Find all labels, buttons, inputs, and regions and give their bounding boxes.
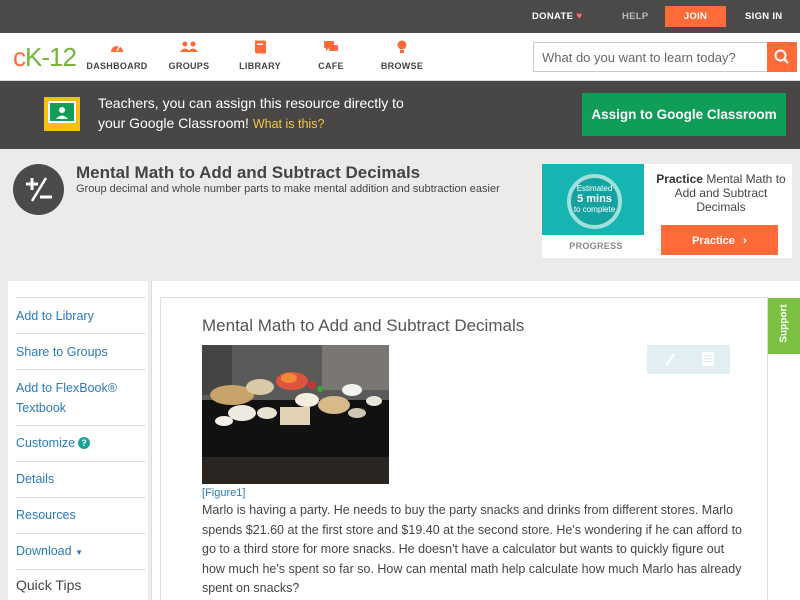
what-is-this-link[interactable]: What is this?	[253, 117, 325, 131]
quick-tips-heading: Quick Tips	[16, 577, 82, 593]
nav-dashboard[interactable]: DASHBOARD	[82, 39, 152, 71]
party-snacks-illustration	[202, 345, 389, 484]
donate-label: DONATE	[532, 11, 574, 22]
page-title: Mental Math to Add and Subtract Decimals	[76, 163, 421, 182]
nav-cafe-label: CAFE	[318, 61, 344, 71]
groups-icon	[180, 41, 198, 52]
nav-cafe[interactable]: CAFE	[296, 39, 366, 71]
chevron-right-icon: ›	[742, 233, 747, 247]
nav-browse[interactable]: BROWSE	[367, 39, 437, 71]
heart-icon: ♥	[576, 11, 583, 22]
practice-button[interactable]: Practice ›	[661, 225, 778, 255]
concept-badge	[13, 164, 64, 215]
estimate-text: Estimated 5 mins to complete	[567, 184, 622, 215]
nav-groups-label: GROUPS	[168, 61, 210, 71]
classroom-message: Teachers, you can assign this resource d…	[98, 93, 518, 134]
figure-caption-link[interactable]: [Figure1]	[202, 487, 245, 499]
google-classroom-icon	[44, 97, 80, 131]
plus-minus-icon	[26, 177, 52, 202]
estimate-graphic: Estimated 5 mins to complete	[542, 164, 644, 235]
annotation-tools	[647, 345, 730, 374]
search-icon	[774, 49, 789, 64]
sign-in-link[interactable]: SIGN IN	[745, 0, 782, 33]
classroom-board	[48, 101, 76, 123]
practice-description: Practice Mental Math to Add and Subtract…	[654, 172, 788, 214]
support-label: Support	[778, 304, 790, 343]
donate-link[interactable]: DONATE ♥	[532, 0, 582, 33]
sidebar-divider	[16, 333, 146, 334]
join-button[interactable]: JOIN	[665, 6, 726, 27]
classroom-person-icon	[56, 107, 68, 119]
top-bar: DONATE ♥ HELP JOIN SIGN IN	[0, 0, 800, 33]
lesson-title: Mental Math to Add and Subtract Decimals	[202, 316, 525, 335]
sidebar-divider	[16, 369, 146, 370]
search-box	[533, 42, 797, 72]
sidebar-download-label: Download	[16, 544, 72, 558]
help-link[interactable]: HELP	[622, 0, 649, 33]
practice-bold: Practice	[656, 172, 703, 186]
ck12-logo[interactable]: cK-12	[13, 42, 77, 73]
practice-button-label: Practice	[692, 235, 735, 247]
nav-dashboard-label: DASHBOARD	[86, 61, 148, 71]
sidebar-resources[interactable]: Resources	[16, 505, 146, 525]
party-snacks-photo	[202, 345, 389, 484]
logo-rest: K-12	[25, 42, 77, 72]
library-icon	[255, 40, 266, 54]
sidebar-flexbook-line1: Add to FlexBook®	[16, 381, 117, 395]
nav-library[interactable]: LIBRARY	[225, 39, 295, 71]
cafe-icon	[324, 41, 338, 51]
sidebar-divider	[16, 497, 146, 498]
caret-down-icon: ▼	[75, 548, 83, 557]
sidebar-share-to-groups[interactable]: Share to Groups	[16, 342, 146, 362]
progress-label: PROGRESS	[569, 241, 623, 251]
sidebar-download[interactable]: Download ▼	[16, 541, 146, 563]
browse-icon	[397, 40, 407, 53]
nav-groups[interactable]: GROUPS	[154, 39, 224, 71]
google-classroom-banner: Teachers, you can assign this resource d…	[0, 81, 800, 149]
estimate-to-complete: to complete	[573, 205, 616, 214]
notes-icon[interactable]	[701, 351, 715, 367]
assign-google-classroom-button[interactable]: Assign to Google Classroom	[582, 93, 786, 136]
sidebar-flexbook-line2: Textbook	[16, 401, 67, 415]
help-icon[interactable]: ?	[78, 437, 91, 449]
sidebar-divider	[16, 425, 146, 426]
support-tab[interactable]: Support	[768, 298, 800, 354]
classroom-message-line2: your Google Classroom!	[98, 115, 249, 131]
sidebar: Add to Library Share to Groups Add to Fl…	[8, 281, 148, 600]
search-button[interactable]	[767, 42, 797, 72]
sidebar-customize-label: Customize	[16, 436, 76, 450]
practice-card: Estimated 5 mins to complete PROGRESS Pr…	[542, 164, 792, 258]
main-nav: cK-12 DASHBOARD GROUPS LIBRARY CAFE BROW…	[0, 33, 800, 81]
sidebar-details[interactable]: Details	[16, 469, 146, 489]
lesson-paragraph: Marlo is having a party. He needs to buy…	[202, 503, 743, 595]
search-input[interactable]	[542, 43, 766, 71]
page-subtitle: Group decimal and whole number parts to …	[76, 183, 500, 195]
logo-prefix: c	[13, 42, 26, 72]
pencil-icon[interactable]	[663, 351, 677, 367]
sidebar-add-to-flexbook[interactable]: Add to FlexBook® Textbook	[16, 378, 146, 418]
sidebar-customize[interactable]: Customize?	[16, 433, 146, 453]
estimate-minutes: 5 mins	[577, 193, 612, 205]
nav-library-label: LIBRARY	[239, 61, 281, 71]
dashboard-icon	[111, 44, 123, 52]
sidebar-divider	[16, 569, 146, 570]
sidebar-divider	[16, 461, 146, 462]
sidebar-divider	[16, 297, 146, 298]
sidebar-add-to-library[interactable]: Add to Library	[16, 306, 146, 326]
nav-browse-label: BROWSE	[380, 61, 424, 71]
classroom-message-line1: Teachers, you can assign this resource d…	[98, 95, 404, 111]
sidebar-divider	[16, 533, 146, 534]
